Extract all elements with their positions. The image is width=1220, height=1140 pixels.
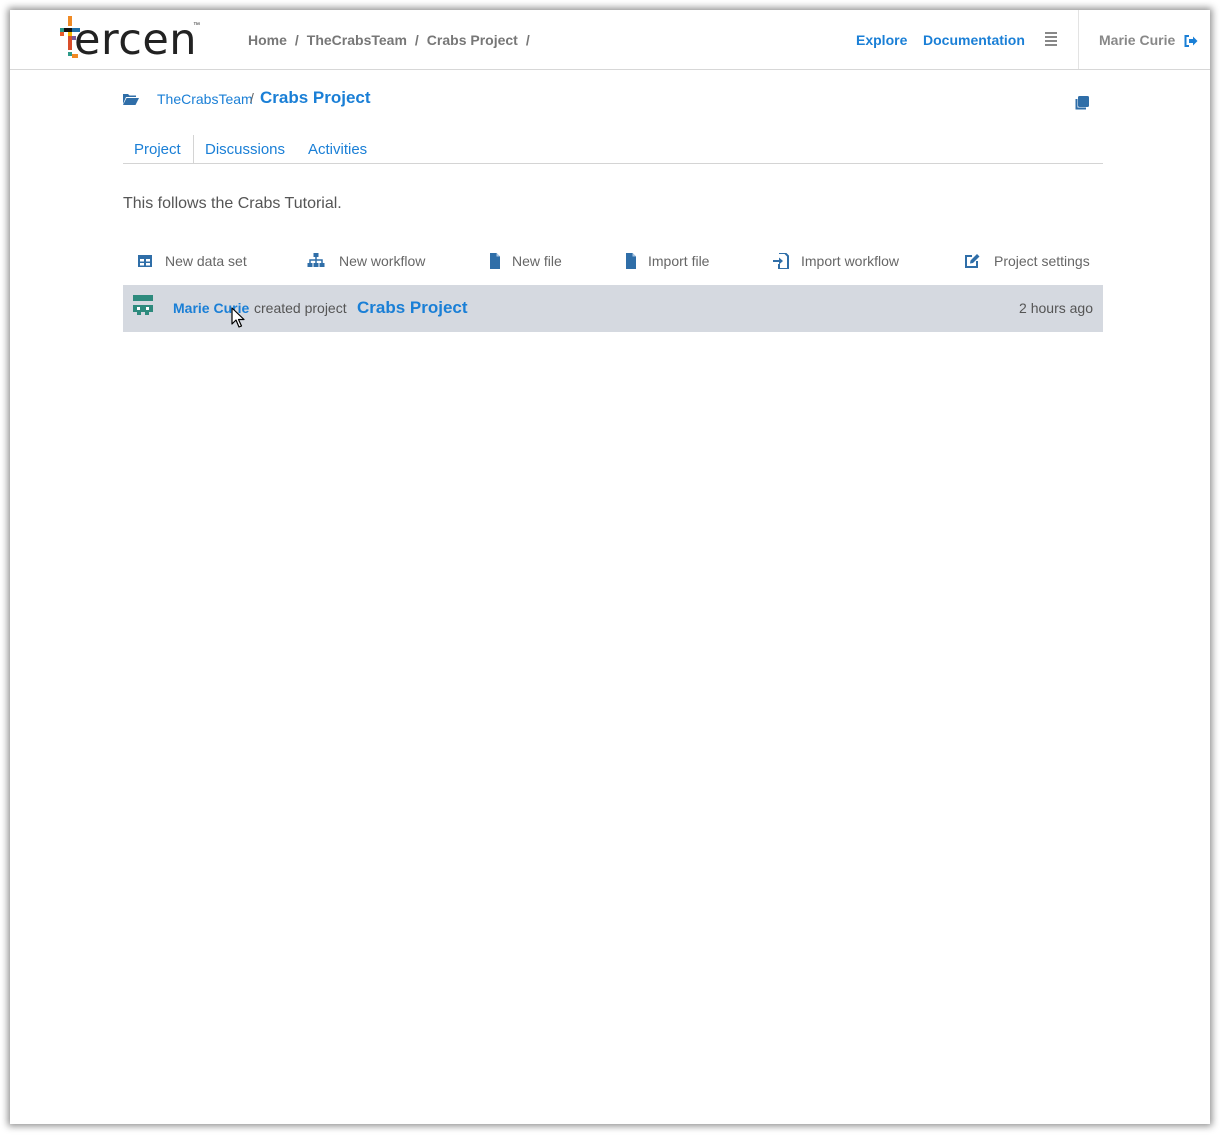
new-data-set-button[interactable]: New data set (137, 251, 267, 271)
documentation-link[interactable]: Documentation (923, 32, 1025, 48)
activity-verb: created project (254, 300, 347, 316)
menu-icon[interactable] (1045, 32, 1057, 46)
new-data-set-label: New data set (165, 253, 247, 269)
tercen-logo[interactable]: ercen ™ (56, 16, 206, 64)
project-title[interactable]: Crabs Project (260, 88, 371, 108)
project-crumb-team[interactable]: TheCrabsTeam (157, 91, 253, 107)
breadcrumb-team[interactable]: TheCrabsTeam (307, 32, 407, 48)
new-file-button[interactable]: New file (487, 251, 577, 271)
import-file-button[interactable]: Import file (623, 251, 718, 271)
breadcrumb-home[interactable]: Home (248, 32, 287, 48)
import-icon (773, 252, 789, 270)
tab-activities[interactable]: Activities (308, 141, 367, 158)
breadcrumb: Home / TheCrabsTeam / Crabs Project / (248, 32, 538, 48)
app-window: ercen ™ Home / TheCrabsTeam / Crabs Project /… (10, 10, 1210, 1124)
top-header: ercen ™ Home / TheCrabsTeam / Crabs Project /… (10, 10, 1210, 70)
new-file-label: New file (512, 253, 562, 269)
project-tabs: Project Discussions Activities (123, 135, 1103, 164)
project-crumb-separator: / (250, 90, 254, 106)
import-file-label: Import file (648, 253, 710, 269)
tab-discussions[interactable]: Discussions (205, 141, 285, 158)
explore-link[interactable]: Explore (856, 32, 907, 48)
table-icon (137, 253, 153, 269)
activity-project-link[interactable]: Crabs Project (357, 298, 468, 318)
mouse-cursor-icon (231, 307, 245, 329)
sitemap-icon (307, 253, 325, 269)
breadcrumb-project[interactable]: Crabs Project (427, 32, 518, 48)
import-workflow-button[interactable]: Import workflow (773, 251, 908, 271)
new-workflow-button[interactable]: New workflow (307, 251, 442, 271)
folder-open-icon (123, 92, 139, 105)
tab-project-label: Project (134, 141, 181, 158)
breadcrumb-separator: / (525, 32, 530, 48)
file-icon (623, 253, 639, 269)
breadcrumb-separator: / (294, 32, 299, 48)
logout-icon[interactable] (1184, 34, 1198, 47)
logo-wordmark: ercen (74, 15, 198, 65)
clone-icon[interactable] (1074, 96, 1089, 111)
project-settings-label: Project settings (994, 253, 1090, 269)
user-name-link[interactable]: Marie Curie (1099, 32, 1175, 48)
avatar[interactable] (133, 295, 153, 315)
file-icon (487, 253, 503, 269)
logo-trademark: ™ (193, 22, 200, 29)
project-settings-button[interactable]: Project settings (964, 251, 1094, 271)
activity-timestamp: 2 hours ago (1019, 300, 1093, 316)
new-workflow-label: New workflow (339, 253, 426, 269)
activity-row: Marie Curie created project Crabs Projec… (123, 285, 1103, 332)
header-divider (1078, 10, 1079, 69)
edit-icon (964, 253, 980, 269)
breadcrumb-separator: / (414, 32, 419, 48)
project-description: This follows the Crabs Tutorial. (123, 195, 342, 212)
import-workflow-label: Import workflow (801, 253, 900, 269)
tab-project[interactable]: Project (123, 135, 194, 163)
